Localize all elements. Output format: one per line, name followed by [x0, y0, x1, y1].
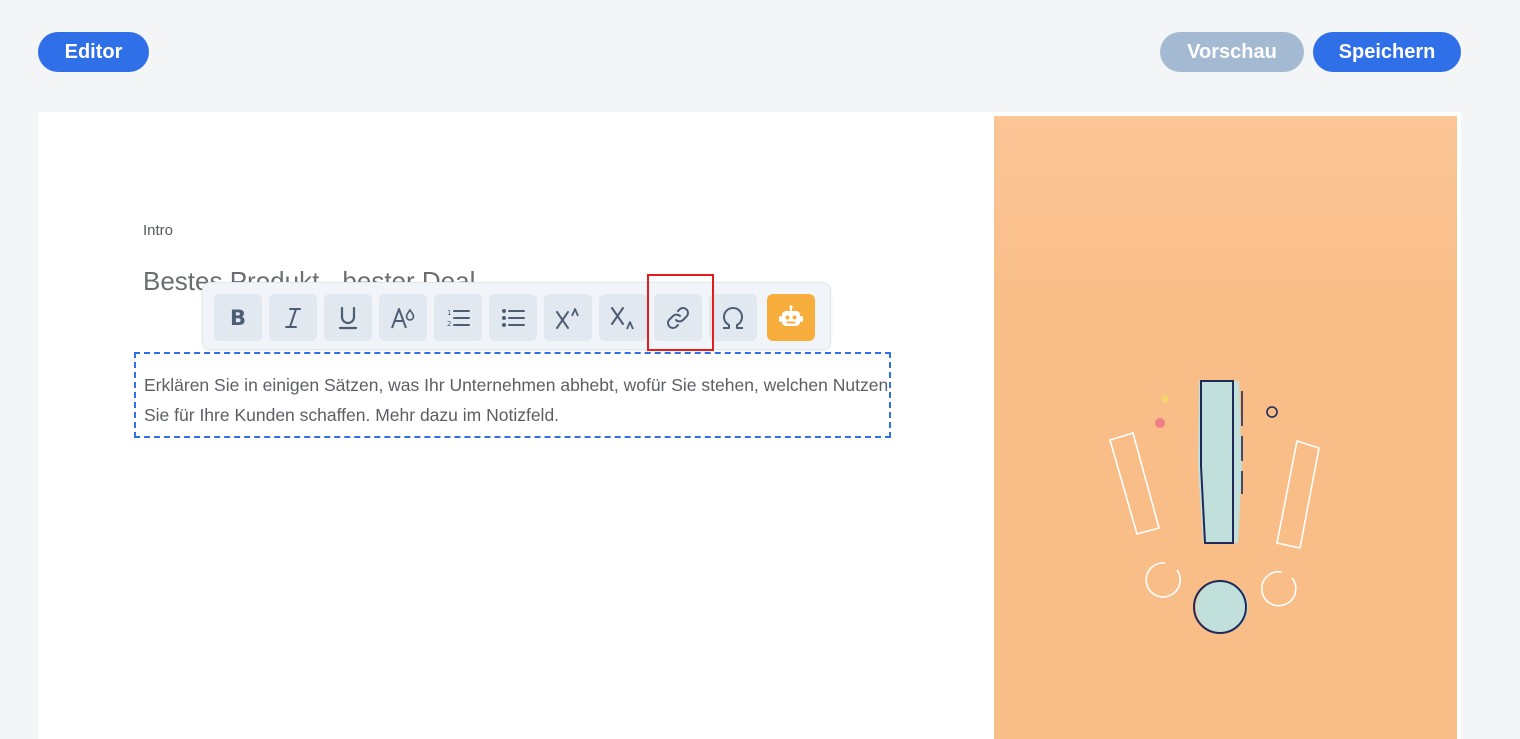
ai-assistant-button[interactable]: [767, 294, 815, 341]
svg-text:2: 2: [447, 320, 451, 328]
bullet-list-icon: [502, 308, 525, 327]
italic-icon: [285, 307, 301, 328]
exclamation-illustration: [1109, 380, 1320, 634]
ordered-list-icon: 12: [447, 309, 470, 328]
bold-icon: B: [230, 306, 246, 330]
bullet-list-button[interactable]: [489, 294, 537, 341]
formatting-toolbar: B 12: [202, 282, 831, 350]
special-character-button[interactable]: [709, 294, 757, 341]
section-label: Intro: [143, 222, 174, 239]
subscript-button[interactable]: [599, 294, 647, 341]
font-size-icon: [391, 307, 415, 328]
underline-button[interactable]: [324, 294, 372, 341]
omega-icon: [723, 306, 743, 329]
intro-text-block[interactable]: Erklären Sie in einigen Sätzen, was Ihr …: [134, 352, 891, 438]
bold-button[interactable]: B: [214, 294, 262, 341]
hero-image[interactable]: [994, 116, 1457, 739]
svg-text:B: B: [230, 306, 246, 330]
preview-button[interactable]: Vorschau: [1160, 32, 1304, 72]
link-icon: [667, 306, 689, 329]
link-button[interactable]: [654, 294, 702, 341]
font-size-button[interactable]: [379, 294, 427, 341]
superscript-button[interactable]: [544, 294, 592, 341]
subscript-icon: [611, 306, 634, 329]
superscript-icon: [556, 307, 579, 329]
ordered-list-button[interactable]: 12: [434, 294, 482, 341]
svg-text:1: 1: [447, 309, 451, 317]
editor-button[interactable]: Editor: [38, 32, 149, 72]
editor-page: Editor Vorschau Speichern Intro Bestes P…: [0, 0, 1520, 739]
robot-icon: [779, 304, 803, 326]
underline-icon: [338, 306, 358, 329]
italic-button[interactable]: [269, 294, 317, 341]
save-button[interactable]: Speichern: [1313, 32, 1461, 72]
